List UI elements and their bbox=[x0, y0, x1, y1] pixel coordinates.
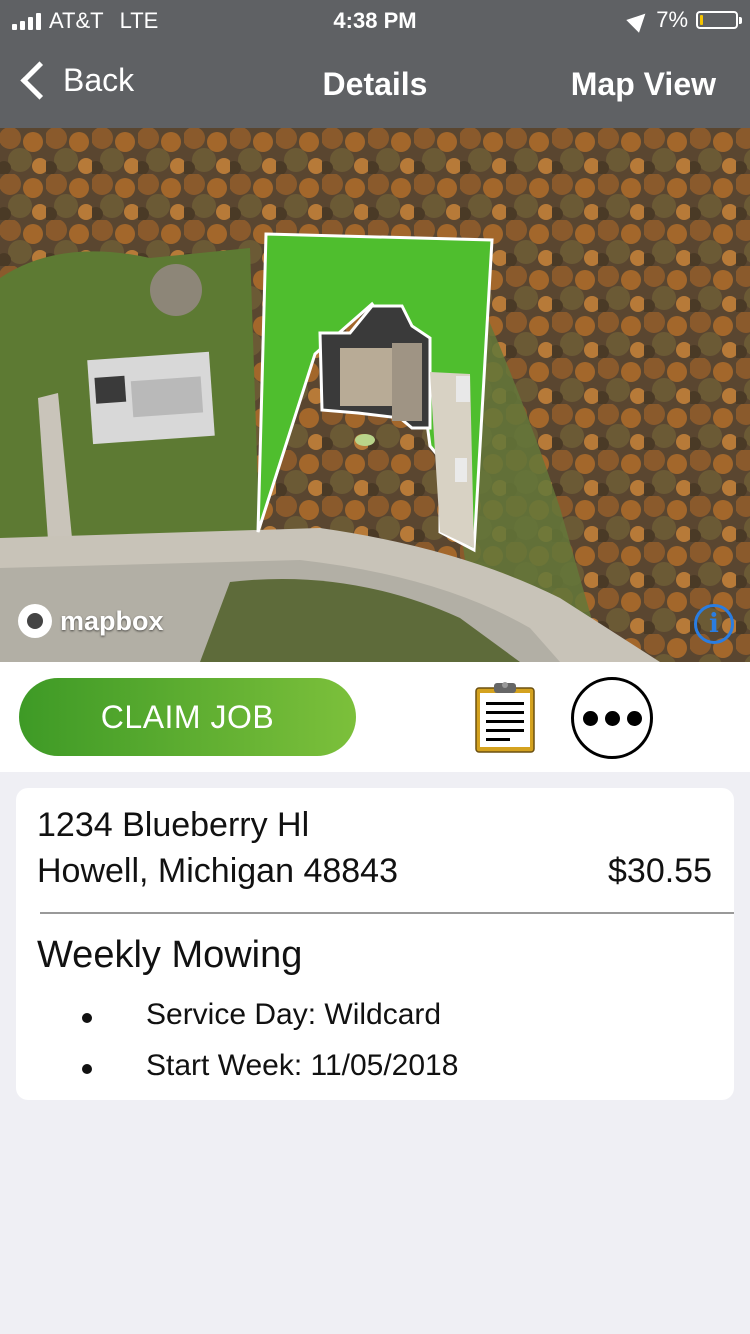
status-bar: AT&T LTE 4:38 PM 7% bbox=[0, 0, 750, 40]
more-dot bbox=[582, 710, 598, 726]
service-name: Weekly Mowing bbox=[37, 934, 303, 976]
mapbox-attribution[interactable]: mapbox bbox=[18, 604, 164, 638]
more-options-button[interactable] bbox=[571, 677, 653, 759]
more-dot bbox=[604, 710, 620, 726]
mapbox-logo-icon bbox=[18, 604, 52, 638]
mapbox-label: mapbox bbox=[60, 605, 164, 636]
job-price: $30.55 bbox=[608, 852, 712, 890]
divider bbox=[40, 912, 734, 914]
battery-icon bbox=[696, 11, 742, 29]
bullet bbox=[82, 1064, 92, 1074]
claim-job-button[interactable]: CLAIM JOB bbox=[19, 678, 356, 756]
start-week: Start Week: 11/05/2018 bbox=[146, 1049, 459, 1082]
map-info-button[interactable]: i bbox=[694, 604, 734, 644]
status-right: 7% bbox=[626, 7, 742, 33]
top-bar: AT&T LTE 4:38 PM 7% Back Details Map Vie… bbox=[0, 0, 750, 128]
action-bar: CLAIM JOB bbox=[0, 662, 750, 772]
address-line-1: 1234 Blueberry Hl bbox=[37, 806, 310, 844]
map-view-button[interactable]: Map View bbox=[571, 66, 716, 103]
satellite-map[interactable]: mapbox i bbox=[0, 128, 750, 662]
service-day: Service Day: Wildcard bbox=[146, 998, 442, 1031]
bullet bbox=[82, 1013, 92, 1023]
job-details-card: 1234 Blueberry Hl Howell, Michigan 48843… bbox=[16, 788, 734, 1100]
address-line-2: Howell, Michigan 48843 bbox=[37, 852, 398, 890]
map-imagery bbox=[0, 128, 750, 662]
battery-percent: 7% bbox=[656, 7, 688, 32]
navigation-bar: Back Details Map View bbox=[0, 40, 750, 128]
more-dot bbox=[626, 710, 642, 726]
clipboard-icon[interactable] bbox=[474, 680, 536, 754]
battery-level-fill bbox=[700, 15, 703, 25]
location-arrow-icon bbox=[626, 7, 652, 33]
